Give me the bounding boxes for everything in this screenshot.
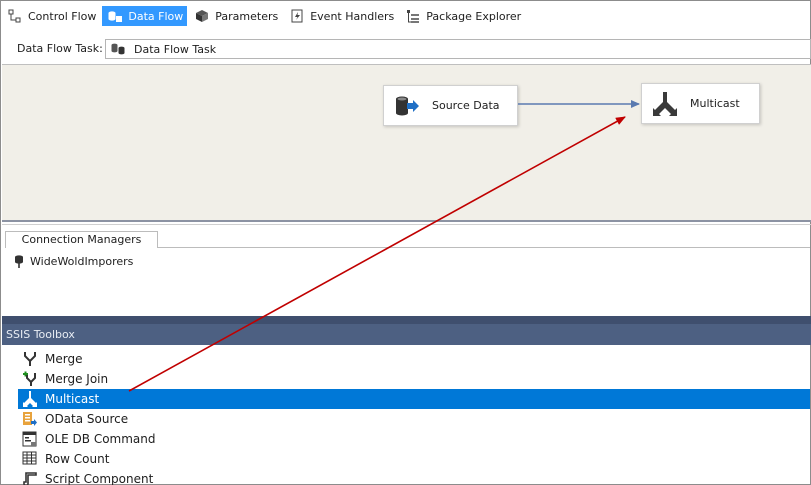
source-icon — [394, 93, 420, 119]
merge-join-icon — [22, 371, 38, 387]
tab-control-flow[interactable]: Control Flow — [2, 6, 100, 26]
control-flow-icon — [7, 8, 23, 24]
multicast-icon — [22, 391, 38, 407]
task-selector-dropdown[interactable]: Data Flow Task — [105, 39, 811, 59]
tab-data-flow[interactable]: Data Flow — [102, 6, 188, 26]
task-selector-value: Data Flow Task — [134, 42, 217, 56]
connection-managers-pane: Connection Managers WideWoldImporers — [2, 224, 811, 316]
source-data-component[interactable]: Source Data — [383, 85, 518, 126]
task-selector-label: Data Flow Task: — [17, 42, 103, 55]
toolbox-item-merge[interactable]: Merge — [18, 349, 810, 369]
row-count-icon — [22, 451, 38, 467]
odata-source-icon — [22, 411, 38, 427]
tab-event-handlers[interactable]: Event Handlers — [284, 6, 398, 26]
toolbox-item-merge-join[interactable]: Merge Join — [18, 369, 810, 389]
toolbox-item-ole-db-command[interactable]: OLE DB Command — [18, 429, 810, 449]
data-flow-icon — [107, 8, 123, 24]
toolbox-item-odata-source[interactable]: OData Source — [18, 409, 810, 429]
toolbox-item-row-count[interactable]: Row Count — [18, 449, 810, 469]
data-flow-design-surface[interactable]: Source Data Multicast — [2, 64, 811, 222]
connection-manager-item[interactable]: WideWoldImporers — [13, 254, 133, 268]
package-explorer-icon — [405, 8, 421, 24]
data-flow-task-icon — [110, 42, 126, 56]
tab-parameters[interactable]: Parameters — [189, 6, 282, 26]
toolbox-item-multicast[interactable]: Multicast — [18, 389, 810, 409]
multicast-component[interactable]: Multicast — [641, 83, 760, 124]
tab-divider — [158, 247, 810, 248]
merge-icon — [22, 351, 38, 367]
connection-plug-icon — [13, 254, 25, 268]
tab-package-explorer[interactable]: Package Explorer — [400, 6, 525, 26]
source-data-label: Source Data — [432, 99, 500, 112]
toolbox-list: Merge Merge Join Multicast OData Source … — [2, 347, 811, 485]
ole-db-command-icon — [22, 431, 38, 447]
toolbox-title: SSIS Toolbox — [2, 324, 811, 345]
script-component-icon — [22, 471, 38, 485]
designer-tab-strip: Control Flow Data Flow Parameters Event … — [2, 4, 527, 28]
event-handlers-icon — [289, 8, 305, 24]
toolbox-splitter[interactable] — [2, 316, 811, 324]
toolbox-item-script-component[interactable]: Script Component — [18, 469, 810, 485]
multicast-icon — [652, 91, 678, 117]
designer-window: Control Flow Data Flow Parameters Event … — [0, 0, 811, 485]
parameters-icon — [194, 8, 210, 24]
task-selector-row: Data Flow Task: Data Flow Task — [2, 38, 811, 62]
tab-connection-managers[interactable]: Connection Managers — [5, 231, 158, 248]
multicast-label: Multicast — [690, 97, 740, 110]
